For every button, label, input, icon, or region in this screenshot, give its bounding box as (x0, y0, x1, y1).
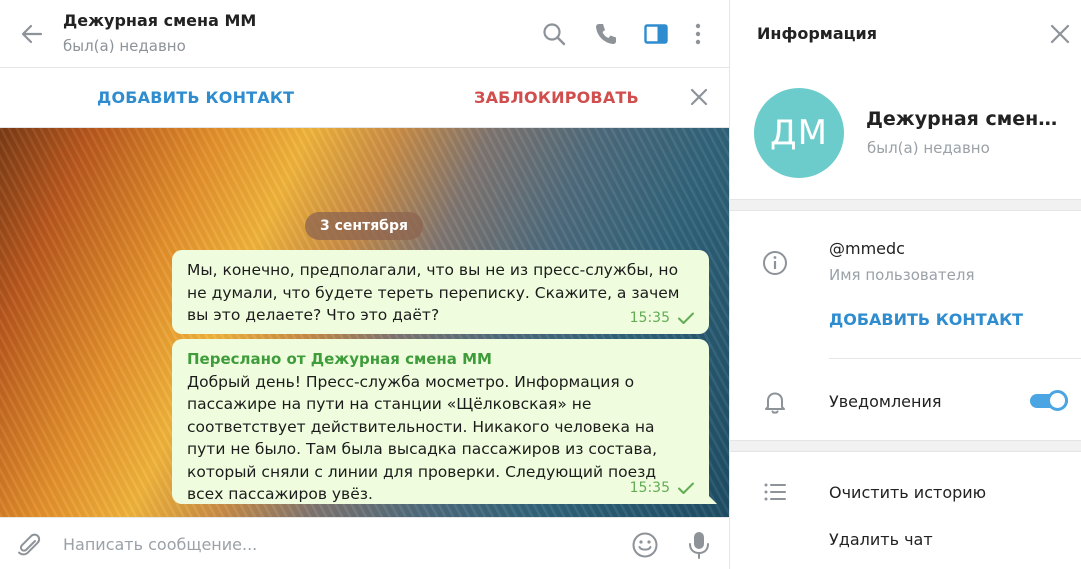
chat-status: был(а) недавно (63, 37, 186, 55)
chat-column: Дежурная смена ММ был(а) недавно ДОБАВИТ… (0, 0, 729, 569)
message-list[interactable]: 3 сентября Мы, конечно, предполагали, чт… (0, 128, 729, 517)
check-icon (678, 482, 694, 494)
message-bubble[interactable]: Переслано от Дежурная смена ММ Добрый де… (172, 339, 709, 504)
paperclip-icon[interactable] (15, 531, 43, 559)
chat-title[interactable]: Дежурная смена ММ (63, 11, 256, 30)
profile-status: был(а) недавно (867, 139, 990, 157)
close-icon[interactable] (686, 84, 712, 110)
list-icon (764, 483, 786, 501)
telegram-window: Дежурная смена ММ был(а) недавно ДОБАВИТ… (0, 0, 1081, 569)
more-vertical-icon[interactable] (684, 20, 712, 48)
avatar[interactable]: ДМ (754, 88, 844, 178)
microphone-icon[interactable] (685, 529, 713, 561)
back-arrow-icon[interactable] (18, 20, 46, 48)
info-panel: Информация ДМ Дежурная смена ММ был(а) н… (729, 0, 1081, 569)
chat-header: Дежурная смена ММ был(а) недавно (0, 0, 729, 68)
message-time: 15:35 (629, 309, 670, 326)
message-meta: 15:35 (630, 477, 695, 500)
notifications-toggle[interactable] (1030, 389, 1068, 413)
username-label: Имя пользователя (829, 266, 975, 284)
add-contact-button[interactable]: ДОБАВИТЬ КОНТАКТ (829, 310, 1023, 329)
sidebar-toggle-icon[interactable] (642, 20, 670, 48)
message-text: Мы, конечно, предполагали, что вы не из … (187, 261, 680, 324)
info-panel-title: Информация (757, 24, 877, 43)
clear-history-button[interactable]: Очистить историю (829, 483, 986, 502)
notifications-label: Уведомления (829, 392, 942, 411)
section-divider (730, 199, 1081, 211)
message-meta: 15:35 (630, 307, 695, 330)
emoji-icon[interactable] (630, 530, 660, 560)
forwarded-from-label[interactable]: Переслано от Дежурная смена ММ (187, 348, 693, 371)
contact-action-bar: ДОБАВИТЬ КОНТАКТ ЗАБЛОКИРОВАТЬ (0, 68, 729, 128)
close-icon[interactable] (1046, 20, 1074, 48)
message-bubble[interactable]: Мы, конечно, предполагали, что вы не из … (172, 250, 709, 334)
message-time: 15:35 (629, 479, 670, 496)
message-composer (0, 517, 729, 569)
username-value[interactable]: @mmedc (829, 239, 905, 258)
row-divider (829, 358, 1081, 359)
section-divider (730, 440, 1081, 452)
profile-name: Дежурная смена ММ (866, 108, 1066, 130)
info-icon (763, 251, 787, 275)
phone-icon[interactable] (592, 20, 620, 48)
bell-icon (765, 392, 785, 414)
toggle-knob (1047, 390, 1068, 411)
add-contact-button[interactable]: ДОБАВИТЬ КОНТАКТ (97, 88, 294, 107)
search-icon[interactable] (540, 20, 568, 48)
message-text: Добрый день! Пресс-служба мосметро. Инфо… (187, 372, 658, 504)
delete-chat-button[interactable]: Удалить чат (829, 530, 933, 549)
block-button[interactable]: ЗАБЛОКИРОВАТЬ (474, 88, 639, 107)
check-icon (678, 312, 694, 324)
date-separator: 3 сентября (305, 212, 423, 240)
message-input[interactable] (63, 529, 603, 559)
